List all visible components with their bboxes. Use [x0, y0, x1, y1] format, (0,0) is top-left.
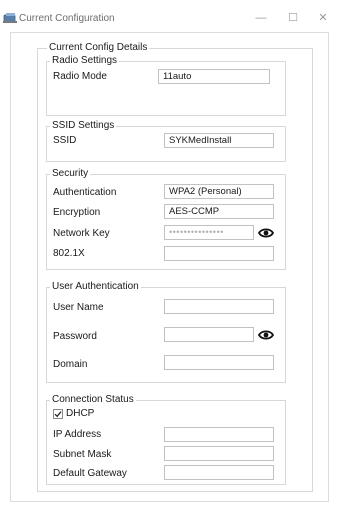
encryption-field[interactable]: AES-CCMP: [164, 204, 274, 219]
security-legend: Security: [50, 168, 91, 179]
dot1x-field[interactable]: [164, 246, 274, 261]
radio-settings-legend: Radio Settings: [50, 55, 120, 66]
encryption-label: Encryption: [53, 207, 101, 218]
close-button[interactable]: ✕: [314, 10, 332, 26]
checkmark-icon: [54, 411, 62, 418]
user-authentication-legend: User Authentication: [50, 281, 141, 292]
subnet-mask-field[interactable]: [164, 446, 274, 461]
current-config-legend: Current Config Details: [47, 42, 150, 53]
network-config-icon: [3, 13, 17, 23]
eye-icon[interactable]: [258, 329, 274, 341]
authentication-field[interactable]: WPA2 (Personal): [164, 184, 274, 199]
network-key-label: Network Key: [53, 228, 110, 239]
subnet-mask-label: Subnet Mask: [53, 449, 112, 460]
domain-label: Domain: [53, 359, 88, 370]
password-label: Password: [53, 331, 97, 342]
authentication-label: Authentication: [53, 187, 117, 198]
maximize-button[interactable]: ☐: [284, 10, 302, 26]
ssid-field[interactable]: SYKMedInstall: [164, 133, 274, 148]
ip-address-label: IP Address: [53, 429, 102, 440]
domain-field[interactable]: [164, 355, 274, 370]
connection-status-legend: Connection Status: [50, 394, 136, 405]
minimize-button[interactable]: —: [252, 10, 270, 26]
default-gateway-label: Default Gateway: [53, 468, 127, 479]
ssid-settings-legend: SSID Settings: [50, 120, 117, 131]
default-gateway-field[interactable]: [164, 465, 274, 480]
eye-icon[interactable]: [258, 227, 274, 239]
radio-mode-field[interactable]: 11auto: [158, 69, 270, 84]
dot1x-label: 802.1X: [53, 248, 85, 259]
window-title: Current Configuration: [19, 13, 115, 24]
title-bar: Current Configuration — ☐ ✕: [0, 0, 340, 32]
network-key-field[interactable]: •••••••••••••••: [164, 225, 254, 240]
user-name-field[interactable]: [164, 299, 274, 314]
password-field[interactable]: [164, 327, 254, 342]
user-name-label: User Name: [53, 302, 104, 313]
dhcp-label: DHCP: [66, 408, 95, 419]
radio-mode-label: Radio Mode: [53, 71, 107, 82]
ip-address-field[interactable]: [164, 427, 274, 442]
dhcp-checkbox[interactable]: [53, 409, 63, 419]
ssid-label: SSID: [53, 135, 77, 146]
